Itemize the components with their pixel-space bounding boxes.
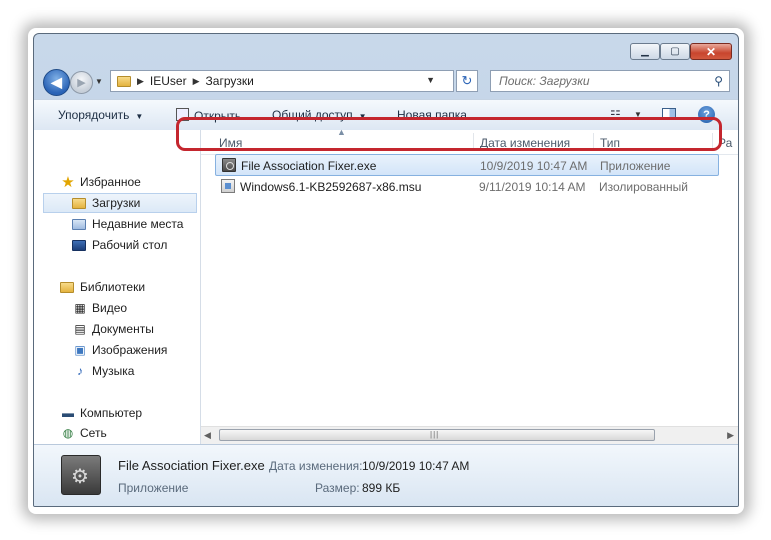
sidebar-item-downloads[interactable]: Загрузки	[43, 193, 197, 213]
title-bar[interactable]: ▁ ▢ ✕	[34, 34, 738, 64]
file-row[interactable]: File Association Fixer.exe 10/9/2019 10:…	[215, 154, 719, 176]
sidebar-item-label: Недавние места	[92, 217, 184, 231]
scroll-left-icon[interactable]: ◀	[204, 430, 211, 441]
pictures-icon: ▣	[74, 343, 86, 357]
maximize-button[interactable]: ▢	[660, 43, 690, 60]
folder-icon	[117, 75, 131, 87]
application-icon: ⚙	[61, 455, 101, 495]
details-date-label: Дата изменения:	[269, 459, 363, 473]
file-type: Изолированный	[599, 180, 688, 194]
details-pane: ⚙ File Association Fixer.exe Приложение …	[34, 444, 738, 506]
desktop-icon	[72, 239, 86, 251]
sidebar-item-libraries[interactable]: Библиотеки	[60, 277, 145, 297]
navigation-pane: ★ Избранное Загрузки Недавние места Рабо…	[34, 130, 201, 444]
refresh-button[interactable]: ↻	[456, 70, 478, 92]
back-button[interactable]: ◀	[43, 69, 70, 96]
minimize-button[interactable]: ▁	[630, 43, 660, 60]
details-size-value: 899 КБ	[362, 481, 401, 495]
breadcrumb-item-downloads[interactable]: Загрузки	[206, 74, 254, 88]
exe-file-icon	[222, 158, 236, 172]
sidebar-item-computer[interactable]: ▬ Компьютер	[60, 403, 142, 423]
sidebar-item-favorites[interactable]: ★ Избранное	[60, 172, 141, 192]
highlight-annotation	[176, 117, 722, 151]
organize-button[interactable]: Упорядочить ▼	[58, 108, 143, 122]
breadcrumb-separator-icon[interactable]: ▶	[193, 76, 200, 87]
music-icon: ♪	[77, 364, 83, 378]
sidebar-item-pictures[interactable]: ▣ Изображения	[72, 340, 167, 360]
explorer-window: ▁ ▢ ✕ ◀ ▶ ▼ ▶ IEUser ▶ Загрузки ▼ ↻ ⚲ Уп…	[33, 33, 739, 507]
sidebar-item-recent-places[interactable]: Недавние места	[72, 214, 183, 234]
file-name: Windows6.1-KB2592687-x86.msu	[240, 180, 422, 194]
close-button[interactable]: ✕	[690, 43, 732, 60]
sidebar-item-music[interactable]: ♪ Музыка	[72, 361, 134, 381]
network-icon: ◍	[62, 426, 74, 440]
file-list: ▲ Имя Дата изменения Тип Ра File Associa…	[201, 127, 738, 444]
msu-file-icon	[221, 179, 235, 193]
file-row[interactable]: Windows6.1-KB2592687-x86.msu 9/11/2019 1…	[215, 176, 719, 198]
content-area: ★ Избранное Загрузки Недавние места Рабо…	[34, 127, 738, 444]
file-date: 10/9/2019 10:47 AM	[480, 159, 588, 173]
video-icon: ▦	[74, 301, 86, 315]
sidebar-item-label: Рабочий стол	[92, 238, 168, 252]
horizontal-scrollbar[interactable]: ◀ ||| ▶	[201, 426, 738, 444]
sidebar-item-label: Избранное	[80, 175, 141, 189]
organize-label: Упорядочить	[58, 108, 130, 122]
sidebar-item-label: Загрузки	[92, 196, 141, 210]
breadcrumb-item-ieuser[interactable]: IEUser	[150, 74, 187, 88]
libraries-icon	[60, 281, 74, 293]
sidebar-item-label: Изображения	[92, 343, 168, 357]
sidebar-item-network[interactable]: ◍ Сеть	[60, 424, 107, 442]
sidebar-item-label: Музыка	[92, 364, 135, 378]
sidebar-item-label: Компьютер	[80, 406, 143, 420]
sidebar-item-label: Сеть	[80, 426, 107, 440]
breadcrumb-separator-icon[interactable]: ▶	[137, 76, 144, 87]
address-bar[interactable]: ▶ IEUser ▶ Загрузки ▼	[110, 70, 454, 92]
forward-button[interactable]: ▶	[70, 71, 93, 94]
star-icon: ★	[61, 174, 75, 191]
chevron-down-icon: ▼	[135, 112, 144, 121]
recent-places-icon	[72, 218, 86, 230]
address-dropdown-icon[interactable]: ▼	[426, 75, 435, 85]
scrollbar-thumb[interactable]: |||	[219, 429, 655, 441]
downloads-folder-icon	[72, 197, 86, 209]
details-file-type: Приложение	[118, 481, 189, 495]
sidebar-item-label: Документы	[92, 322, 154, 336]
details-size-label: Размер:	[315, 481, 360, 495]
grip-icon: |||	[430, 430, 440, 439]
sidebar-item-label: Видео	[92, 301, 128, 315]
sidebar-item-documents[interactable]: ▤ Документы	[72, 319, 154, 339]
file-name: File Association Fixer.exe	[241, 159, 377, 173]
details-file-name: File Association Fixer.exe	[118, 458, 265, 473]
scroll-right-icon[interactable]: ▶	[727, 430, 734, 441]
documents-icon: ▤	[74, 322, 86, 336]
search-input[interactable]	[497, 71, 701, 91]
file-type: Приложение	[600, 159, 671, 173]
sidebar-item-video[interactable]: ▦ Видео	[72, 298, 127, 318]
file-date: 9/11/2019 10:14 AM	[479, 180, 586, 194]
sidebar-item-label: Библиотеки	[80, 280, 146, 294]
details-date-value: 10/9/2019 10:47 AM	[362, 459, 470, 473]
search-icon[interactable]: ⚲	[714, 74, 723, 88]
gear-icon: ⚙	[71, 466, 89, 488]
search-box[interactable]: ⚲	[490, 70, 730, 92]
computer-icon: ▬	[62, 406, 74, 420]
sidebar-item-desktop[interactable]: Рабочий стол	[72, 235, 167, 255]
recent-pages-dropdown[interactable]: ▼	[95, 77, 103, 86]
navigation-bar: ◀ ▶ ▼ ▶ IEUser ▶ Загрузки ▼ ↻ ⚲	[34, 65, 738, 97]
